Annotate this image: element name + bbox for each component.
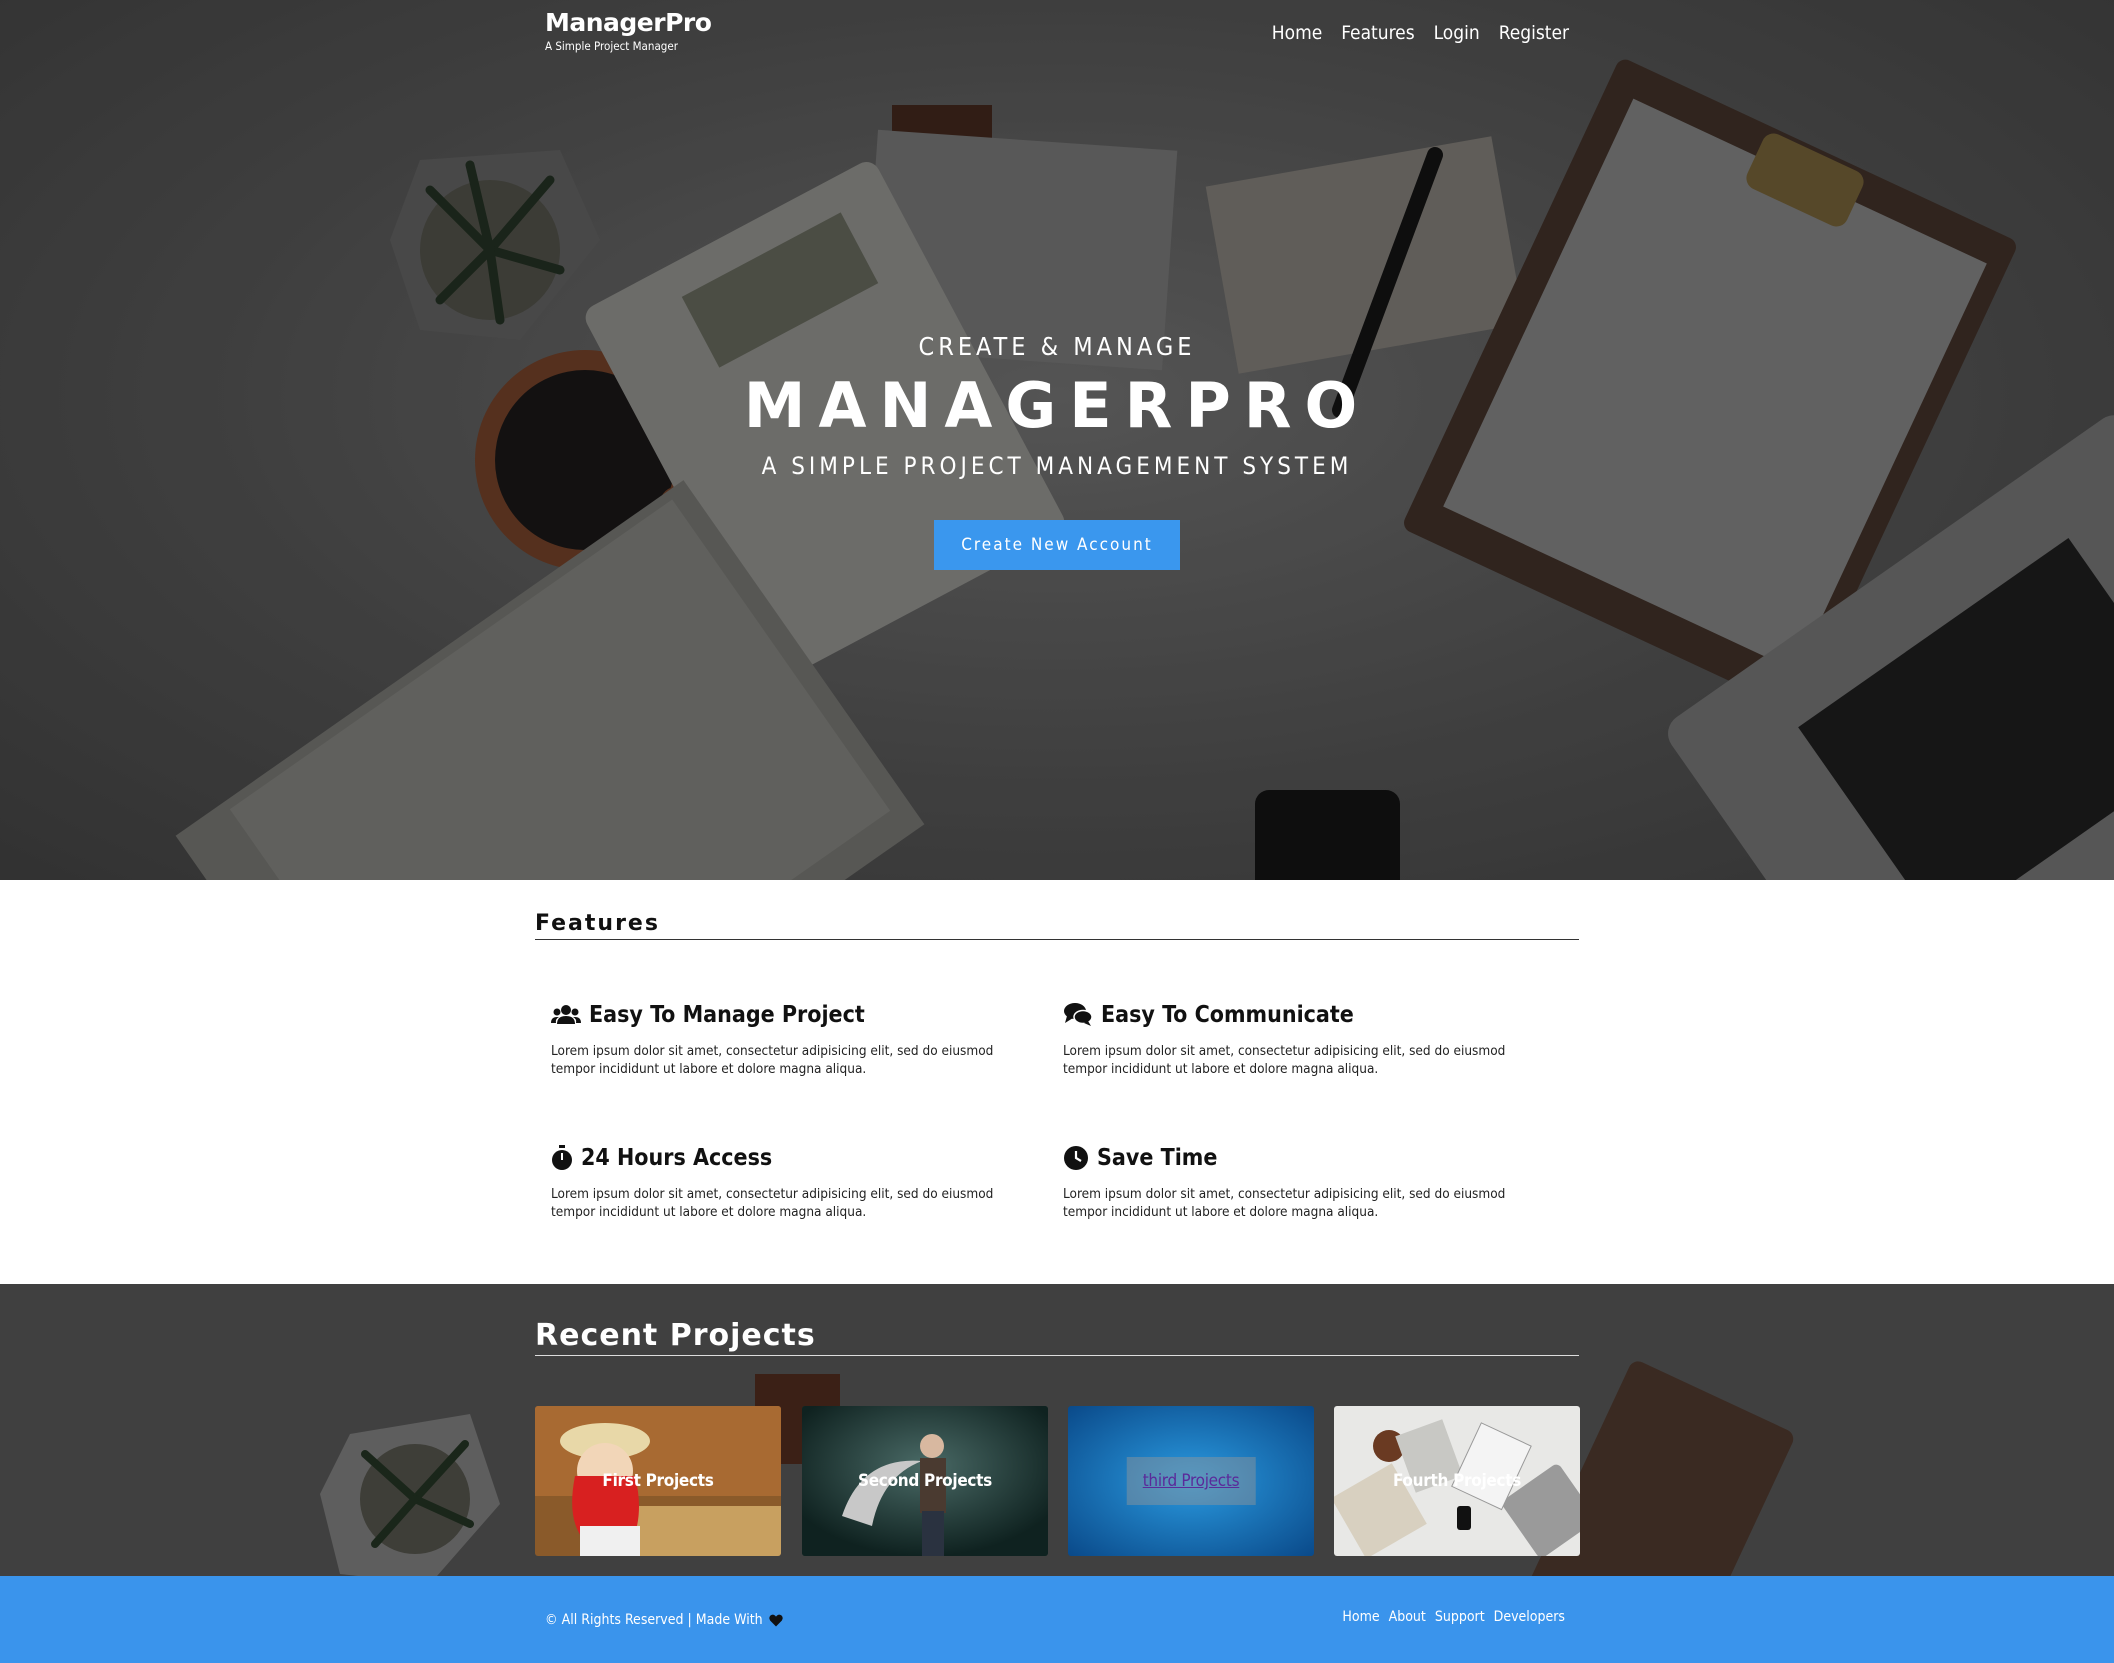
project-card-second[interactable]: Second Projects <box>802 1406 1048 1556</box>
feature-title: Save Time <box>1097 1145 1218 1171</box>
heart-icon <box>768 1614 783 1626</box>
feature-text: Lorem ipsum dolor sit amet, consectetur … <box>1063 1043 1506 1077</box>
features-heading-rule: Features <box>535 910 1579 940</box>
nav-home-link[interactable]: Home <box>1272 22 1323 44</box>
hero-kicker: CREATE & MANAGE <box>918 332 1196 361</box>
project-card-third[interactable]: third Projects <box>1068 1406 1314 1556</box>
project-card-label: First Projects <box>602 1471 714 1491</box>
footer-support-link[interactable]: Support <box>1435 1609 1485 1625</box>
nav-register-link[interactable]: Register <box>1499 22 1569 44</box>
recent-heading: Recent Projects <box>535 1318 816 1353</box>
hero-tagline: A SIMPLE PROJECT MANAGEMENT SYSTEM <box>761 452 1353 480</box>
create-account-button[interactable]: Create New Account <box>934 520 1180 570</box>
recent-projects-section: Recent Projects First Projects Second Pr… <box>0 1284 2114 1576</box>
project-card-fourth[interactable]: Fourth Projects <box>1334 1406 1580 1556</box>
feature-communicate: Easy To Communicate Lorem ipsum dolor si… <box>1063 1002 1543 1078</box>
hero-section: ManagerPro A Simple Project Manager Home… <box>0 0 2114 880</box>
feature-save-time: Save Time Lorem ipsum dolor sit amet, co… <box>1063 1145 1543 1221</box>
feature-text: Lorem ipsum dolor sit amet, consectetur … <box>551 1043 994 1077</box>
feature-title: 24 Hours Access <box>581 1145 773 1171</box>
nav-login-link[interactable]: Login <box>1434 22 1480 44</box>
feature-title: Easy To Manage Project <box>589 1002 865 1028</box>
brand-title: ManagerPro <box>545 8 712 37</box>
feature-24-hours: 24 Hours Access Lorem ipsum dolor sit am… <box>551 1145 1031 1221</box>
recent-heading-rule: Recent Projects <box>535 1320 1579 1356</box>
project-card-label: Fourth Projects <box>1392 1471 1522 1491</box>
site-footer: © All Rights Reserved | Made With Home A… <box>0 1576 2114 1663</box>
project-card-first[interactable]: First Projects <box>535 1406 781 1556</box>
stopwatch-icon <box>552 1145 572 1170</box>
feature-text: Lorem ipsum dolor sit amet, consectetur … <box>551 1186 994 1220</box>
footer-developers-link[interactable]: Developers <box>1494 1609 1565 1625</box>
users-icon <box>551 1005 581 1024</box>
footer-about-link[interactable]: About <box>1389 1609 1426 1625</box>
copyright-text: © All Rights Reserved | Made With <box>545 1612 763 1628</box>
top-navbar: ManagerPro A Simple Project Manager Home… <box>0 0 2114 70</box>
nav-features-link[interactable]: Features <box>1341 22 1414 44</box>
footer-links: Home About Support Developers <box>1342 1609 1565 1625</box>
clock-icon <box>1064 1146 1088 1170</box>
feature-manage-project: Easy To Manage Project Lorem ipsum dolor… <box>551 1002 1031 1078</box>
footer-home-link[interactable]: Home <box>1342 1609 1379 1625</box>
feature-text: Lorem ipsum dolor sit amet, consectetur … <box>1063 1186 1506 1220</box>
brand-subtitle: A Simple Project Manager <box>545 39 678 53</box>
nav-links: Home Features Login Register <box>1272 22 1569 44</box>
project-card-link[interactable]: third Projects <box>1126 1457 1256 1505</box>
features-heading: Features <box>535 911 660 936</box>
feature-title: Easy To Communicate <box>1101 1002 1354 1028</box>
brand-logo[interactable]: ManagerPro A Simple Project Manager <box>545 8 712 53</box>
footer-copyright: © All Rights Reserved | Made With <box>545 1612 783 1628</box>
comments-icon <box>1064 1003 1093 1026</box>
hero-title: MANAGERPRO <box>743 369 1371 442</box>
project-card-label: Second Projects <box>858 1471 992 1491</box>
features-section: Features Easy To Manage Project Lorem ip… <box>0 880 2114 1284</box>
hero-content: CREATE & MANAGE MANAGERPRO A SIMPLE PROJ… <box>0 332 2114 570</box>
